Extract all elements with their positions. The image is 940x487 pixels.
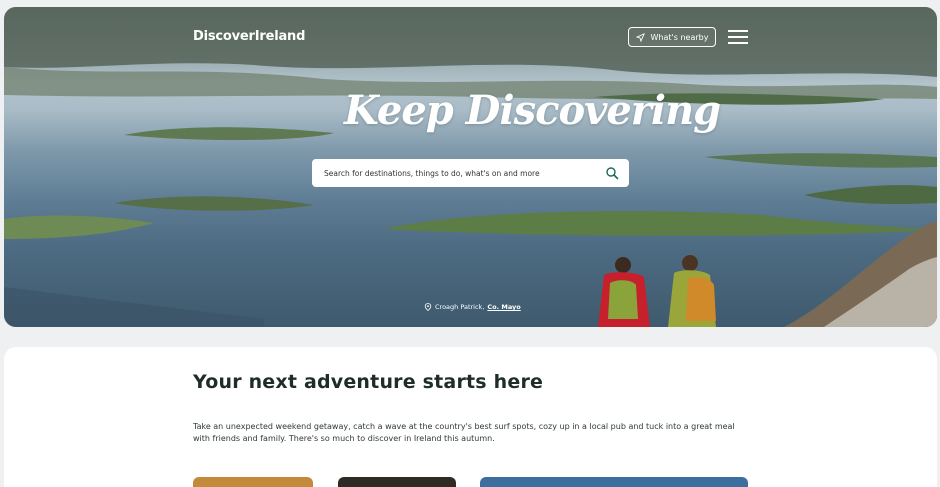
navigation-arrow-icon	[635, 32, 645, 42]
photo-county-link[interactable]: Co. Mayo	[487, 303, 520, 311]
intro-section: Your next adventure starts here Take an …	[4, 347, 937, 487]
search-input[interactable]	[312, 167, 605, 179]
search-bar[interactable]	[312, 159, 629, 187]
card-preview-2[interactable]	[338, 477, 456, 487]
card-preview-3[interactable]	[480, 477, 748, 487]
hikers-figure	[598, 255, 716, 327]
whats-nearby-label: What's nearby	[650, 32, 709, 42]
whats-nearby-button[interactable]: What's nearby	[628, 27, 716, 47]
search-icon[interactable]	[605, 166, 619, 180]
location-pin-icon	[424, 303, 432, 311]
intro-heading: Your next adventure starts here	[193, 371, 544, 393]
site-logo[interactable]: DiscoverIreland	[193, 29, 305, 44]
hamburger-menu-icon[interactable]	[728, 30, 748, 44]
intro-body-text: Take an unexpected weekend getaway, catc…	[193, 422, 735, 443]
card-preview-1[interactable]	[193, 477, 313, 487]
photo-location-caption: Croagh Patrick, Co. Mayo	[424, 303, 521, 311]
hero-banner: DiscoverIreland What's nearby Keep Disco…	[4, 7, 937, 327]
hero-tagline: Keep Discovering	[344, 87, 721, 134]
photo-place-name: Croagh Patrick,	[435, 303, 485, 311]
